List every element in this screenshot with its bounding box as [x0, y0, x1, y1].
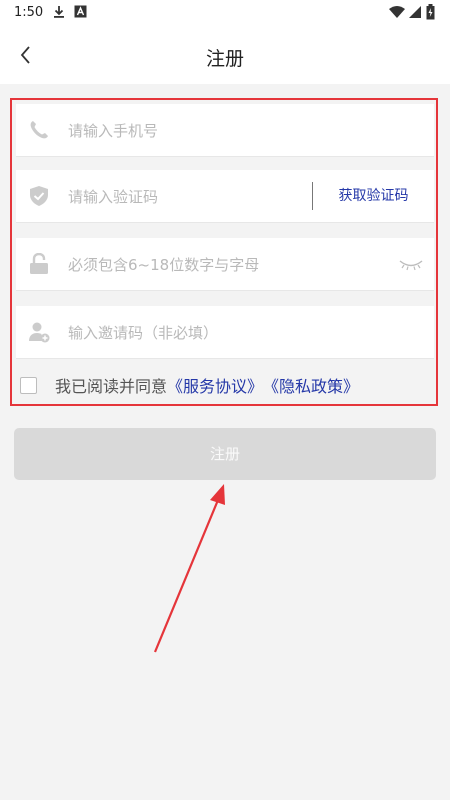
lock-icon [30, 253, 48, 274]
a-badge-icon [74, 5, 87, 18]
wifi-icon [389, 6, 405, 18]
eye-closed-icon[interactable] [398, 256, 424, 272]
shield-icon [30, 186, 48, 206]
invite-code-input[interactable] [66, 306, 424, 360]
battery-icon [426, 4, 435, 20]
register-button[interactable]: 注册 [14, 428, 436, 480]
app-header: 注册 [0, 26, 450, 84]
status-bar: 1:50 [0, 0, 450, 26]
registration-form: 获取验证码 我已阅读并同意 《服务协议》 《隐私政策》 [10, 98, 438, 406]
download-icon [54, 6, 64, 18]
phone-icon [30, 121, 48, 139]
invite-row [16, 306, 434, 360]
password-row [16, 238, 434, 292]
agreement-text: 我已阅读并同意 [55, 377, 168, 396]
status-time: 1:50 [14, 5, 44, 20]
agreement-row: 我已阅读并同意 《服务协议》 《隐私政策》 [16, 372, 434, 398]
verification-code-input[interactable] [66, 170, 304, 224]
code-row: 获取验证码 [16, 170, 434, 224]
agreement-checkbox[interactable] [20, 376, 37, 394]
add-user-icon [29, 322, 50, 343]
page-title: 注册 [205, 48, 244, 70]
get-code-button[interactable]: 获取验证码 [312, 182, 434, 210]
privacy-policy-link[interactable]: 《隐私政策》 [263, 373, 359, 397]
service-agreement-link[interactable]: 《服务协议》 [167, 373, 263, 397]
phone-input[interactable] [66, 104, 424, 158]
password-input[interactable] [66, 238, 384, 292]
signal-icon [409, 6, 421, 18]
phone-row [16, 104, 434, 158]
